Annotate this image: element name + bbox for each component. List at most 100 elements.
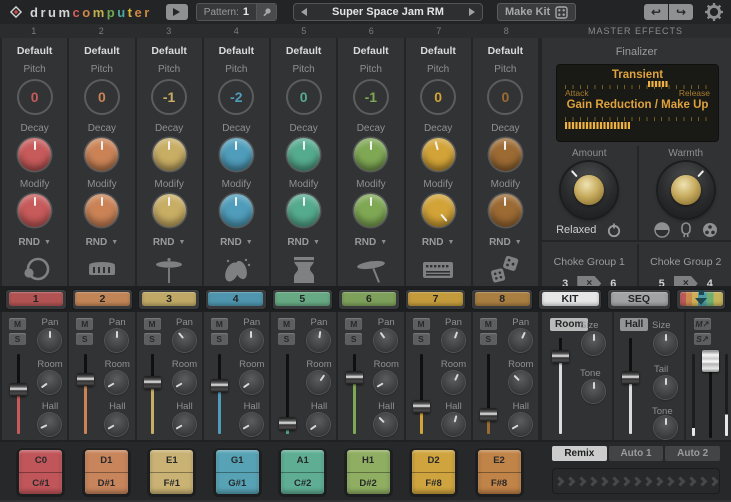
volume-fader[interactable] — [275, 354, 299, 434]
pad-5[interactable]: A1C#2 — [278, 447, 327, 497]
mute-button[interactable]: M — [480, 318, 497, 330]
decay-knob[interactable] — [489, 138, 522, 171]
decay-knob[interactable] — [220, 138, 253, 171]
fader-cap[interactable] — [622, 371, 639, 384]
pan-knob[interactable] — [442, 329, 465, 352]
mute-button[interactable]: M — [345, 318, 362, 330]
remix-tab-remix[interactable]: Remix — [552, 446, 607, 461]
modify-knob[interactable] — [489, 194, 522, 227]
room-knob[interactable] — [173, 371, 196, 394]
mute-button[interactable]: M — [76, 318, 93, 330]
mute-button[interactable]: M — [413, 318, 430, 330]
randomize-button[interactable]: RND▼ — [422, 237, 455, 248]
pan-knob[interactable] — [307, 329, 330, 352]
rnd-dropdown-icon[interactable]: ▼ — [313, 239, 320, 246]
hall-tail-knob[interactable] — [654, 376, 677, 399]
decay-knob[interactable] — [85, 138, 118, 171]
hall-knob[interactable] — [38, 413, 61, 436]
room-knob[interactable] — [38, 371, 61, 394]
texture-mode-icon[interactable] — [702, 222, 718, 238]
room-tone-knob[interactable] — [582, 380, 605, 403]
pad-4[interactable]: G1G#1 — [213, 447, 262, 497]
pattern-button-1[interactable]: 1 — [5, 289, 67, 310]
saturation-mode-icon[interactable] — [654, 222, 670, 238]
pad-1[interactable]: C0C#1 — [16, 447, 65, 497]
room-knob[interactable] — [240, 371, 263, 394]
solo-button[interactable]: S — [278, 333, 295, 345]
channel-preset-name[interactable]: Default — [488, 45, 524, 57]
rnd-dropdown-icon[interactable]: ▼ — [44, 239, 51, 246]
pad-6[interactable]: H1D#2 — [344, 447, 393, 497]
hall-knob[interactable] — [307, 413, 330, 436]
amount-knob[interactable] — [561, 162, 617, 218]
randomize-button[interactable]: RND▼ — [287, 237, 320, 248]
remix-chevron-strip[interactable] — [552, 468, 720, 494]
room-level-fader[interactable] — [548, 338, 572, 434]
modify-knob[interactable] — [287, 194, 320, 227]
solo-button[interactable]: S — [480, 333, 497, 345]
master-solo-button[interactable]: S↗ — [694, 333, 711, 345]
pitch-knob[interactable]: -2 — [218, 79, 254, 115]
hall-level-fader[interactable] — [618, 338, 642, 434]
preset-browser[interactable]: Super Space Jam RM — [293, 3, 483, 21]
randomize-button[interactable]: RND▼ — [489, 237, 522, 248]
modify-knob[interactable] — [153, 194, 186, 227]
kit-tab[interactable]: KIT — [538, 289, 602, 310]
pad-8[interactable]: E2F#8 — [475, 447, 524, 497]
randomize-button[interactable]: RND▼ — [355, 237, 388, 248]
fader-cap[interactable] — [480, 408, 497, 421]
make-kit-button[interactable]: Make Kit — [497, 3, 576, 21]
pad-3[interactable]: E1F#1 — [147, 447, 196, 497]
pan-knob[interactable] — [173, 329, 196, 352]
pitch-knob[interactable]: 0 — [487, 79, 523, 115]
fader-cap[interactable] — [77, 373, 94, 386]
modify-knob[interactable] — [220, 194, 253, 227]
warmth-knob[interactable] — [658, 162, 714, 218]
randomize-button[interactable]: RND▼ — [220, 237, 253, 248]
hall-knob[interactable] — [105, 413, 128, 436]
channel-preset-name[interactable]: Default — [420, 45, 456, 57]
room-knob[interactable] — [307, 371, 330, 394]
modify-knob[interactable] — [18, 194, 51, 227]
mute-button[interactable]: M — [9, 318, 26, 330]
fader-cap[interactable] — [413, 400, 430, 413]
randomize-button[interactable]: RND▼ — [18, 237, 51, 248]
pitch-knob[interactable]: 0 — [17, 79, 53, 115]
solo-button[interactable]: S — [345, 333, 362, 345]
room-knob[interactable] — [509, 371, 532, 394]
pan-knob[interactable] — [105, 329, 128, 352]
hall-tone-knob[interactable] — [654, 416, 677, 439]
rnd-dropdown-icon[interactable]: ▼ — [178, 239, 185, 246]
solo-button[interactable]: S — [144, 333, 161, 345]
room-knob[interactable] — [442, 371, 465, 394]
pattern-button-8[interactable]: 8 — [471, 289, 533, 310]
pan-knob[interactable] — [374, 329, 397, 352]
volume-fader[interactable] — [208, 354, 232, 434]
pattern-button-2[interactable]: 2 — [72, 289, 134, 310]
modify-knob[interactable] — [85, 194, 118, 227]
randomize-button[interactable]: RND▼ — [153, 237, 186, 248]
pattern-button-3[interactable]: 3 — [138, 289, 200, 310]
fader-cap[interactable] — [346, 371, 363, 384]
fader-cap[interactable] — [144, 376, 161, 389]
undo-button[interactable]: ↩ — [644, 4, 668, 20]
remix-tab-auto-1[interactable]: Auto 1 — [609, 446, 664, 461]
fader-cap[interactable] — [211, 379, 228, 392]
channel-preset-name[interactable]: Default — [353, 45, 389, 57]
volume-fader[interactable] — [410, 354, 434, 434]
settings-button[interactable] — [705, 3, 723, 21]
solo-button[interactable]: S — [413, 333, 430, 345]
channel-preset-name[interactable]: Default — [17, 45, 53, 57]
mute-button[interactable]: M — [211, 318, 228, 330]
solo-button[interactable]: S — [9, 333, 26, 345]
room-size-knob[interactable] — [582, 332, 605, 355]
power-icon[interactable] — [606, 222, 622, 238]
rnd-dropdown-icon[interactable]: ▼ — [111, 239, 118, 246]
channel-preset-name[interactable]: Default — [219, 45, 255, 57]
hall-knob[interactable] — [240, 413, 263, 436]
pitch-knob[interactable]: 0 — [84, 79, 120, 115]
pitch-knob[interactable]: 0 — [286, 79, 322, 115]
pitch-knob[interactable]: -1 — [151, 79, 187, 115]
hall-knob[interactable] — [374, 413, 397, 436]
pan-knob[interactable] — [240, 329, 263, 352]
